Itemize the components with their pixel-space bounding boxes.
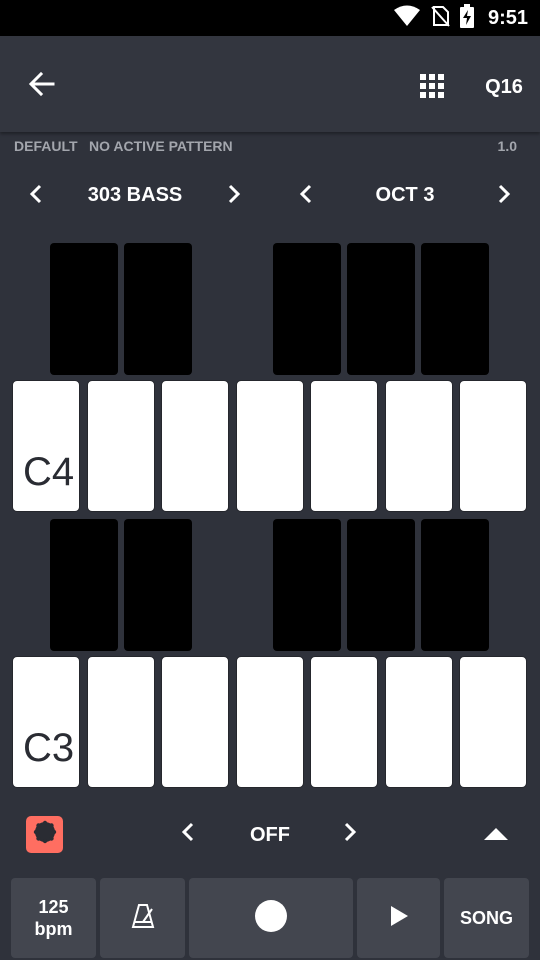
wifi-icon [393, 5, 420, 32]
white-key-a3[interactable] [385, 656, 453, 788]
no-sim-icon [430, 5, 450, 32]
octave-label: OCT 3 [375, 184, 435, 206]
grid-icon [420, 73, 444, 103]
tempo-value: 125 [38, 897, 69, 917]
back-button[interactable] [22, 66, 62, 106]
octave-prev-button[interactable] [288, 178, 324, 214]
white-key-b3[interactable] [459, 656, 527, 788]
white-key-f4[interactable] [236, 380, 304, 512]
selector-row: 303 BASS OCT 3 [0, 170, 540, 222]
kit-name: DEFAULT [14, 138, 78, 154]
metronome-icon [130, 903, 156, 934]
instrument-next-button[interactable] [216, 178, 252, 214]
triangle-up-icon [484, 827, 508, 846]
status-bar: 9:51 [0, 0, 540, 36]
play-button[interactable] [357, 878, 440, 958]
black-key-csharp3[interactable] [50, 519, 118, 651]
black-key-fsharp4[interactable] [273, 243, 341, 375]
status-time: 9:51 [487, 6, 528, 29]
white-key-d4[interactable] [87, 380, 155, 512]
battery-charging-icon [459, 3, 474, 33]
mode-next-button[interactable] [332, 816, 368, 852]
white-key-c3[interactable]: C3 [12, 656, 80, 788]
tempo-button[interactable]: 125 bpm [11, 878, 96, 958]
version-label: 1.0 [497, 138, 517, 154]
black-key-asharp4[interactable] [421, 243, 489, 375]
arrow-left-icon [28, 70, 56, 103]
instrument-name: 303 BASS [87, 184, 183, 206]
black-key-gsharp4[interactable] [347, 243, 415, 375]
play-icon [389, 905, 409, 932]
song-label: SONG [459, 907, 513, 928]
key-label-c4: C4 [23, 450, 75, 494]
expand-panel-button[interactable] [478, 818, 514, 854]
pattern-status: NO ACTIVE PATTERN [89, 138, 233, 154]
white-key-g3[interactable] [310, 656, 378, 788]
metronome-button[interactable] [100, 878, 185, 958]
white-key-f3[interactable] [236, 656, 304, 788]
white-key-e3[interactable] [161, 656, 229, 788]
chevron-left-icon [181, 822, 195, 847]
chevron-left-icon [299, 184, 313, 209]
chevron-left-icon [29, 184, 43, 209]
mode-value: OFF [250, 824, 290, 846]
info-bar: DEFAULT NO ACTIVE PATTERN 1.0 [0, 136, 540, 158]
song-button[interactable]: SONG [444, 878, 529, 958]
black-key-gsharp3[interactable] [347, 519, 415, 651]
white-key-e4[interactable] [161, 380, 229, 512]
white-key-c4[interactable]: C4 [12, 380, 80, 512]
chevron-right-icon [227, 184, 241, 209]
chevron-right-icon [343, 822, 357, 847]
transport-bar: 125 bpm SONG [0, 876, 540, 960]
black-key-asharp3[interactable] [421, 519, 489, 651]
white-key-d3[interactable] [87, 656, 155, 788]
tempo-unit: bpm [34, 919, 73, 939]
white-key-b4[interactable] [459, 380, 527, 512]
knob-icon [33, 820, 57, 849]
chevron-right-icon [497, 184, 511, 209]
record-icon [254, 899, 288, 938]
mode-prev-button[interactable] [170, 816, 206, 852]
black-key-csharp4[interactable] [50, 243, 118, 375]
black-key-dsharp3[interactable] [124, 519, 192, 651]
control-bar: OFF [0, 806, 540, 862]
black-key-dsharp4[interactable] [124, 243, 192, 375]
quantize-button[interactable]: Q16 [474, 76, 534, 99]
status-icons: 9:51 [393, 0, 528, 36]
instrument-prev-button[interactable] [18, 178, 54, 214]
instrument-settings-button[interactable] [26, 816, 63, 853]
black-key-fsharp3[interactable] [273, 519, 341, 651]
white-key-g4[interactable] [310, 380, 378, 512]
app-bar: Q16 [0, 36, 540, 132]
key-label-c3: C3 [23, 726, 75, 770]
grid-button[interactable] [412, 68, 452, 108]
white-key-a4[interactable] [385, 380, 453, 512]
record-button[interactable] [189, 878, 353, 958]
octave-next-button[interactable] [486, 178, 522, 214]
